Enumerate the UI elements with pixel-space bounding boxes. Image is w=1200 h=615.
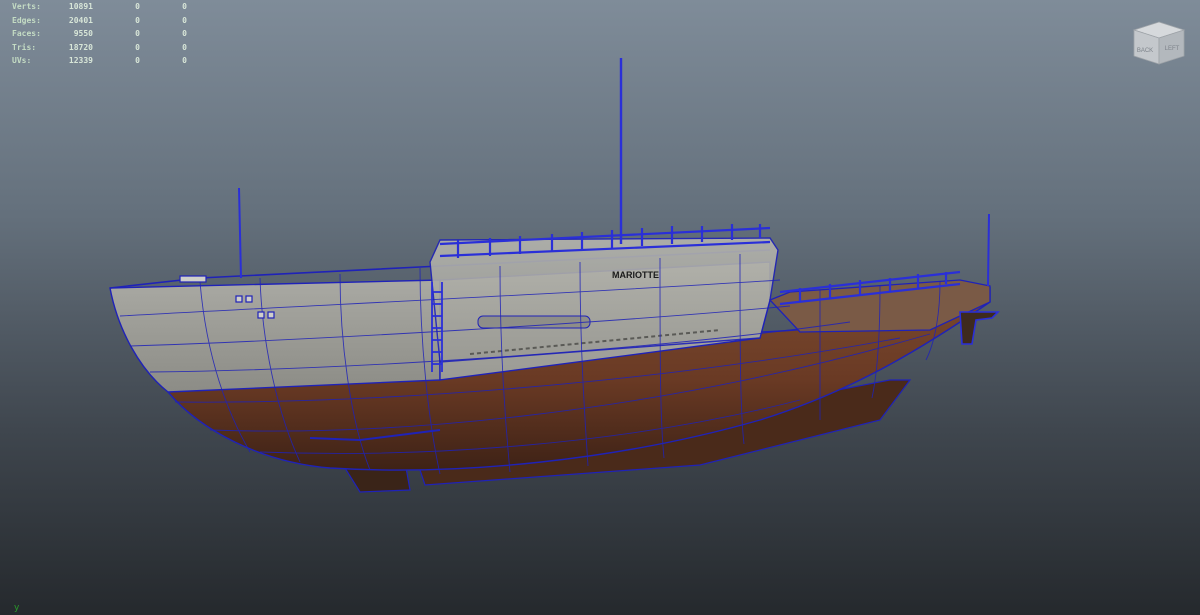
hud-value: 0: [135, 15, 140, 25]
hud-label: UVs:: [12, 56, 32, 65]
hud-label: Faces:: [12, 29, 41, 38]
hud-value: 0: [182, 2, 187, 11]
hud-row-verts: Verts: 10891 0 0: [0, 0, 187, 14]
hud-row-uvs: UVs: 12339 0 0: [0, 54, 187, 68]
rudder: [959, 311, 1000, 345]
viewcube-left-label: LEFT: [1165, 46, 1180, 52]
hud-value: 12339: [68, 56, 93, 65]
hud-value: 0: [182, 15, 187, 25]
hud-row-tris: Tris: 18720 0 0: [0, 41, 187, 55]
hud-value: 0: [135, 2, 140, 11]
hud-value: 0: [135, 29, 140, 38]
viewcube[interactable]: BACK LEFT: [1132, 18, 1186, 66]
hud-value: 0: [135, 56, 140, 65]
hud-label: Tris:: [12, 42, 37, 52]
hud-value: 0: [182, 29, 187, 38]
hud-label: Edges:: [12, 15, 41, 25]
hud-value: 10891: [68, 2, 93, 11]
cabin-vent: [477, 315, 591, 329]
hull-upper-bow: [109, 279, 441, 393]
viewport-3d[interactable]: MARIOTTE: [0, 0, 1200, 615]
ship-model[interactable]: MARIOTTE: [109, 58, 1000, 493]
hud-value: 18720: [68, 42, 93, 52]
bow-mast: [238, 187, 242, 279]
axis-y-label: y: [14, 603, 20, 613]
hud-value: 9550: [73, 29, 93, 38]
ship-name-label: MARIOTTE: [612, 270, 659, 280]
hud-value: 0: [182, 56, 187, 65]
hud-value: 0: [182, 42, 187, 52]
stern-mast: [987, 213, 990, 287]
hud-row-edges: Edges: 20401 0 0: [0, 14, 187, 28]
hud-value: 0: [135, 42, 140, 52]
hud-value: 20401: [68, 15, 93, 25]
viewcube-back-label: BACK: [1137, 48, 1153, 54]
poly-count-hud: Verts: 10891 0 0 Edges: 20401 0 0 Faces:…: [0, 0, 187, 68]
hud-label: Verts:: [12, 2, 41, 11]
hud-row-faces: Faces: 9550 0 0: [0, 27, 187, 41]
